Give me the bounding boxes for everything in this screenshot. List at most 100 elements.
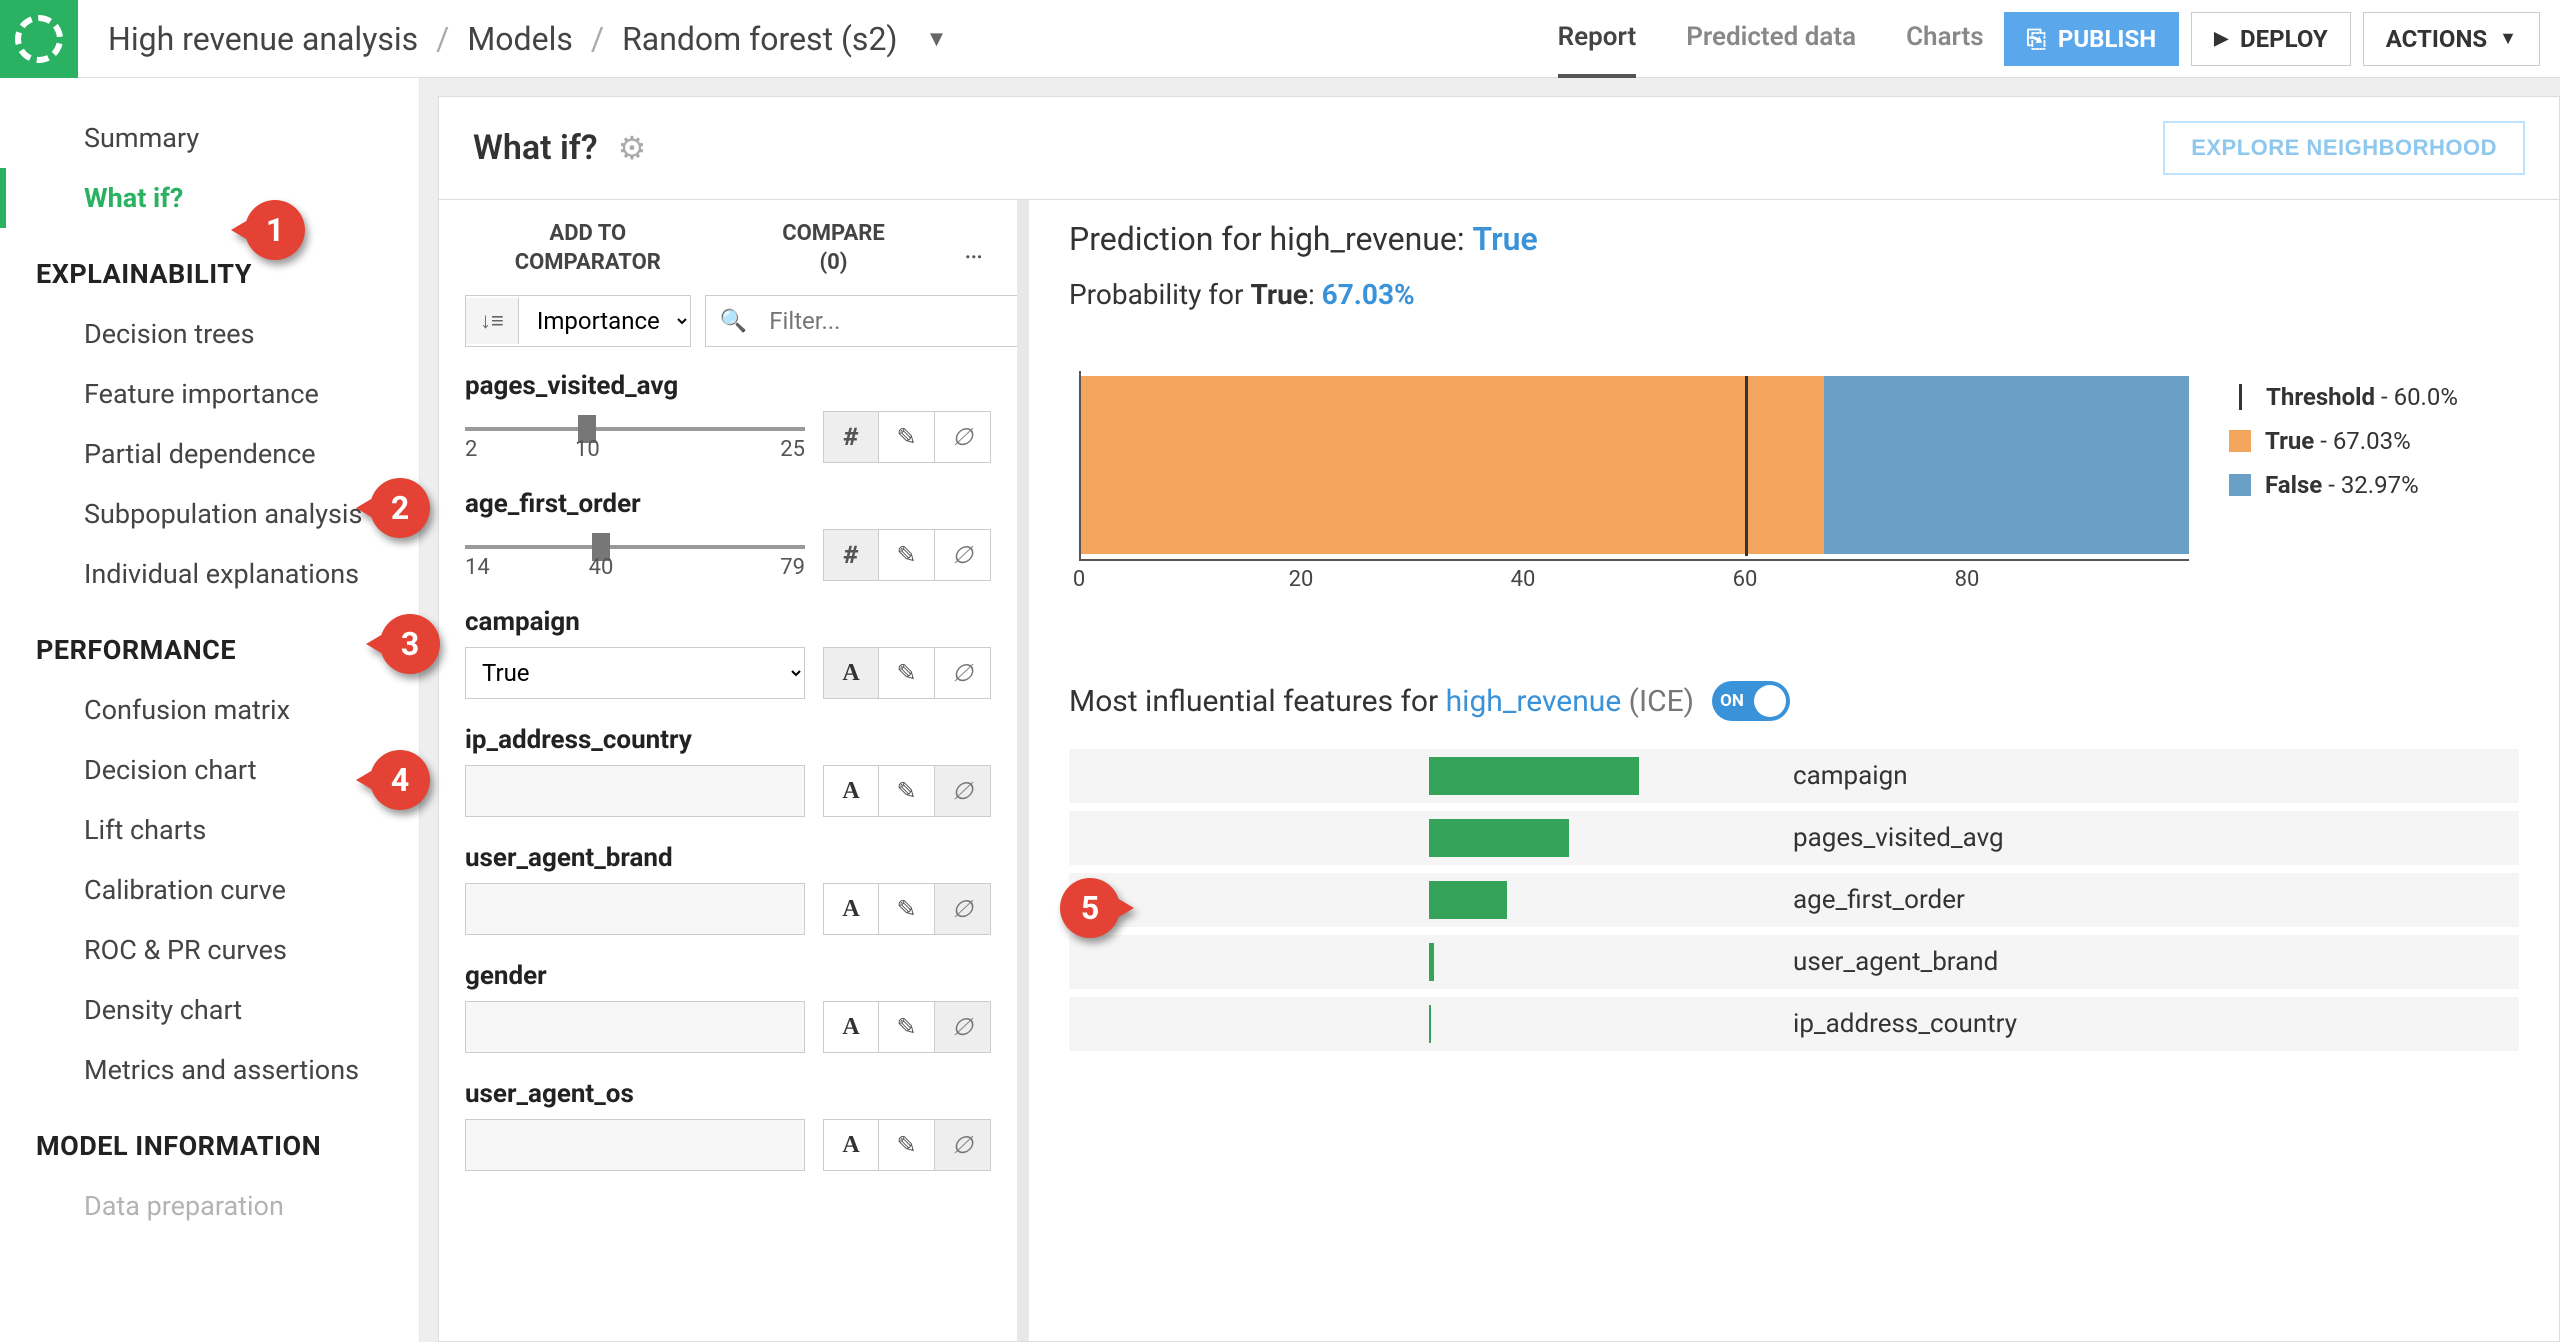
feature-input[interactable] (465, 765, 805, 817)
type-null-button[interactable]: ∅ (935, 1001, 991, 1053)
feature-select[interactable]: True (465, 647, 805, 699)
breadcrumb-sep: / (591, 20, 604, 58)
filter-input[interactable] (761, 297, 1029, 345)
explore-neighborhood-button[interactable]: EXPLORE NEIGHBORHOOD (2163, 121, 2525, 175)
top-buttons: ⎘ PUBLISH ▶ DEPLOY ACTIONS ▼ (2004, 12, 2560, 66)
sidebar-item-decision-trees[interactable]: Decision trees (0, 304, 419, 364)
ice-row: campaign (1069, 749, 2519, 803)
type-edit-button[interactable]: ✎ (879, 647, 935, 699)
sidebar-item-summary[interactable]: Summary (0, 108, 419, 168)
type-null-button[interactable]: ∅ (935, 1119, 991, 1171)
sidebar: Summary What if? EXPLAINABILITY Decision… (0, 78, 420, 1342)
publish-button[interactable]: ⎘ PUBLISH (2004, 12, 2180, 66)
annotation-3: 3 (380, 614, 440, 674)
compare-button[interactable]: COMPARE (0) (711, 220, 957, 277)
feature-type-buttons: # ✎ ∅ (823, 411, 991, 463)
feature-input[interactable] (465, 1119, 805, 1171)
deploy-button[interactable]: ▶ DEPLOY (2191, 12, 2351, 66)
sidebar-item-individual-explanations[interactable]: Individual explanations (0, 544, 419, 604)
sidebar-item-calibration-curve[interactable]: Calibration curve (0, 860, 419, 920)
sidebar-item-data-preparation[interactable]: Data preparation (0, 1176, 419, 1236)
actions-label: ACTIONS (2386, 25, 2487, 53)
type-numeric-button[interactable]: # (823, 411, 879, 463)
gear-icon[interactable]: ⚙ (618, 129, 647, 167)
type-null-button[interactable]: ∅ (935, 529, 991, 581)
toggle-knob (1754, 685, 1786, 717)
ice-suffix: (ICE) (1621, 684, 1694, 719)
sidebar-item-density-chart[interactable]: Density chart (0, 980, 419, 1040)
type-null-button[interactable]: ∅ (935, 883, 991, 935)
type-edit-button[interactable]: ✎ (879, 883, 935, 935)
probability-value: 67.03% (1322, 278, 1415, 311)
ice-label: pages_visited_avg (1769, 823, 2004, 853)
sidebar-item-confusion-matrix[interactable]: Confusion matrix (0, 680, 419, 740)
breadcrumb-model-name[interactable]: Random forest (s2) (622, 20, 898, 58)
feature-slider[interactable]: 2 10 25 (465, 413, 805, 462)
publish-label: PUBLISH (2058, 25, 2156, 53)
content-header: What if? ⚙ EXPLORE NEIGHBORHOOD (439, 97, 2559, 200)
type-text-button[interactable]: A (823, 647, 879, 699)
actions-button[interactable]: ACTIONS ▼ (2363, 12, 2540, 66)
tab-report[interactable]: Report (1558, 0, 1637, 78)
feature-input[interactable] (465, 1001, 805, 1053)
type-numeric-button[interactable]: # (823, 529, 879, 581)
tab-charts[interactable]: Charts (1906, 0, 1984, 78)
feature-user-agent-os: user_agent_os A ✎ ∅ (465, 1079, 991, 1171)
feature-slider[interactable]: 14 40 79 (465, 531, 805, 580)
tab-predicted-data[interactable]: Predicted data (1686, 0, 1856, 78)
sidebar-item-metrics-assertions[interactable]: Metrics and assertions (0, 1040, 419, 1100)
sidebar-item-whatif[interactable]: What if? (0, 168, 419, 228)
type-edit-button[interactable]: ✎ (879, 529, 935, 581)
legend-value: 67.03% (2333, 427, 2411, 455)
toggle-label: ON (1720, 691, 1744, 711)
feature-input[interactable] (465, 883, 805, 935)
play-icon: ▶ (2214, 28, 2228, 49)
type-null-button[interactable]: ∅ (935, 647, 991, 699)
type-edit-button[interactable]: ✎ (879, 1119, 935, 1171)
compare-l2: (0) (711, 249, 957, 278)
sidebar-item-roc-pr[interactable]: ROC & PR curves (0, 920, 419, 980)
ice-bar (1429, 757, 1639, 795)
type-text-button[interactable]: A (823, 1001, 879, 1053)
sort-control[interactable]: ↓≡ Importance (465, 295, 691, 347)
prediction-heading-pre: Prediction for high_revenue: (1069, 220, 1473, 258)
sidebar-item-lift-charts[interactable]: Lift charts (0, 800, 419, 860)
type-null-button[interactable]: ∅ (935, 411, 991, 463)
bar-segment-true (1081, 376, 1824, 554)
type-null-button[interactable]: ∅ (935, 765, 991, 817)
type-text-button[interactable]: A (823, 1119, 879, 1171)
type-edit-button[interactable]: ✎ (879, 411, 935, 463)
sidebar-item-feature-importance[interactable]: Feature importance (0, 364, 419, 424)
ice-row: age_first_order (1069, 873, 2519, 927)
ice-label: age_first_order (1769, 885, 1965, 915)
threshold-line (1745, 376, 1748, 556)
probability-legend: Threshold - 60.0% True - 67.03% False - … (2229, 371, 2519, 515)
ice-row: pages_visited_avg (1069, 811, 2519, 865)
sort-select[interactable]: Importance (519, 296, 690, 346)
content: What if? ⚙ EXPLORE NEIGHBORHOOD ADD TO C… (438, 96, 2560, 1342)
sidebar-item-partial-dependence[interactable]: Partial dependence (0, 424, 419, 484)
xtick: 0 (1073, 567, 1085, 592)
ice-row: user_agent_brand (1069, 935, 2519, 989)
app-logo[interactable] (0, 0, 78, 78)
ice-toggle[interactable]: ON (1712, 681, 1790, 721)
feature-user-agent-brand: user_agent_brand A ✎ ∅ (465, 843, 991, 935)
more-menu-icon[interactable]: … (956, 232, 991, 265)
type-text-button[interactable]: A (823, 883, 879, 935)
add-to-comparator-button[interactable]: ADD TO COMPARATOR (465, 220, 711, 277)
slider-value: 10 (575, 437, 600, 462)
feature-campaign: campaign True A ✎ ∅ (465, 607, 991, 699)
type-text-button[interactable]: A (823, 765, 879, 817)
swatch-icon (2229, 474, 2251, 496)
type-edit-button[interactable]: ✎ (879, 765, 935, 817)
probability-pre: Probability for (1069, 278, 1250, 311)
breadcrumb-project[interactable]: High revenue analysis (108, 20, 418, 58)
breadcrumb-models[interactable]: Models (467, 20, 573, 58)
feature-name: pages_visited_avg (465, 371, 991, 401)
features-panel: ADD TO COMPARATOR COMPARE (0) … ↓≡ (439, 200, 1029, 1341)
panels: ADD TO COMPARATOR COMPARE (0) … ↓≡ (439, 200, 2559, 1341)
type-edit-button[interactable]: ✎ (879, 1001, 935, 1053)
chevron-down-icon[interactable]: ▼ (926, 26, 948, 52)
xtick: 40 (1511, 567, 1536, 592)
add-to-comparator-l2: COMPARATOR (465, 249, 711, 278)
